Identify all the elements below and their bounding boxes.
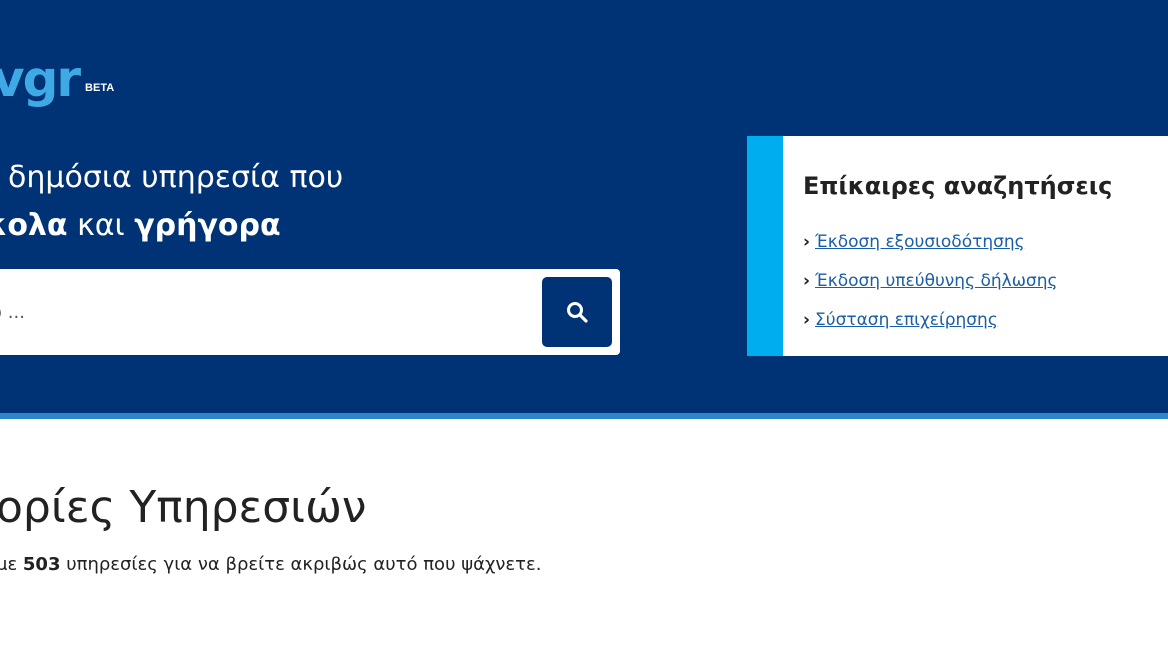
services-count: 503 [22,554,61,575]
hero-title-bold-1: κολα [0,208,68,243]
chevron-right-icon: › [803,232,811,252]
chevron-right-icon: › [803,310,811,330]
categories-subtitle-suffix: υπηρεσίες για να βρείτε ακριβώς αυτό που… [60,554,542,575]
hero-title-line1: δημόσια υπηρεσία που [8,160,344,195]
hero-title: δημόσια υπηρεσία που κολα και γρήγορα [0,154,626,250]
trending-searches-title: Επίκαιρες αναζητήσεις [803,172,1113,200]
categories-title: ορίες Υπηρεσιών [0,482,367,533]
hero-banner: vgr BETA δημόσια υπηρεσία που κολα και γ… [0,0,1168,413]
hero-title-bold-2: γρήγορα [134,208,281,243]
categories-subtitle: με 503 υπηρεσίες για να βρείτε ακριβώς α… [0,554,541,575]
trending-item-2: › Έκδοση υπεύθυνης δήλωσης [803,271,1057,291]
search-icon [567,302,588,323]
trending-searches-panel: Επίκαιρες αναζητήσεις › Έκδοση εξουσιοδότ… [747,136,1168,356]
trending-item-1: › Έκδοση εξουσιοδότησης [803,232,1025,252]
panel-accent-bar [747,136,783,356]
hero-title-connector: και [67,208,135,243]
search-input[interactable] [0,269,530,355]
search-button[interactable] [542,277,612,347]
trending-link-declaration[interactable]: Έκδοση υπεύθυνης δήλωσης [815,271,1057,291]
trending-link-business[interactable]: Σύσταση επιχείρησης [815,310,998,330]
trending-item-3: › Σύσταση επιχείρησης [803,310,998,330]
categories-subtitle-prefix: με [0,554,18,575]
search-box [0,269,620,355]
trending-link-authorization[interactable]: Έκδοση εξουσιοδότησης [815,232,1025,252]
beta-badge: BETA [85,82,115,94]
logo-text: vgr [0,50,81,108]
hero-bottom-rule [0,413,1168,419]
site-logo[interactable]: vgr BETA [0,44,114,104]
hero-title-line2: κολα και γρήγορα [0,202,626,250]
chevron-right-icon: › [803,271,811,291]
